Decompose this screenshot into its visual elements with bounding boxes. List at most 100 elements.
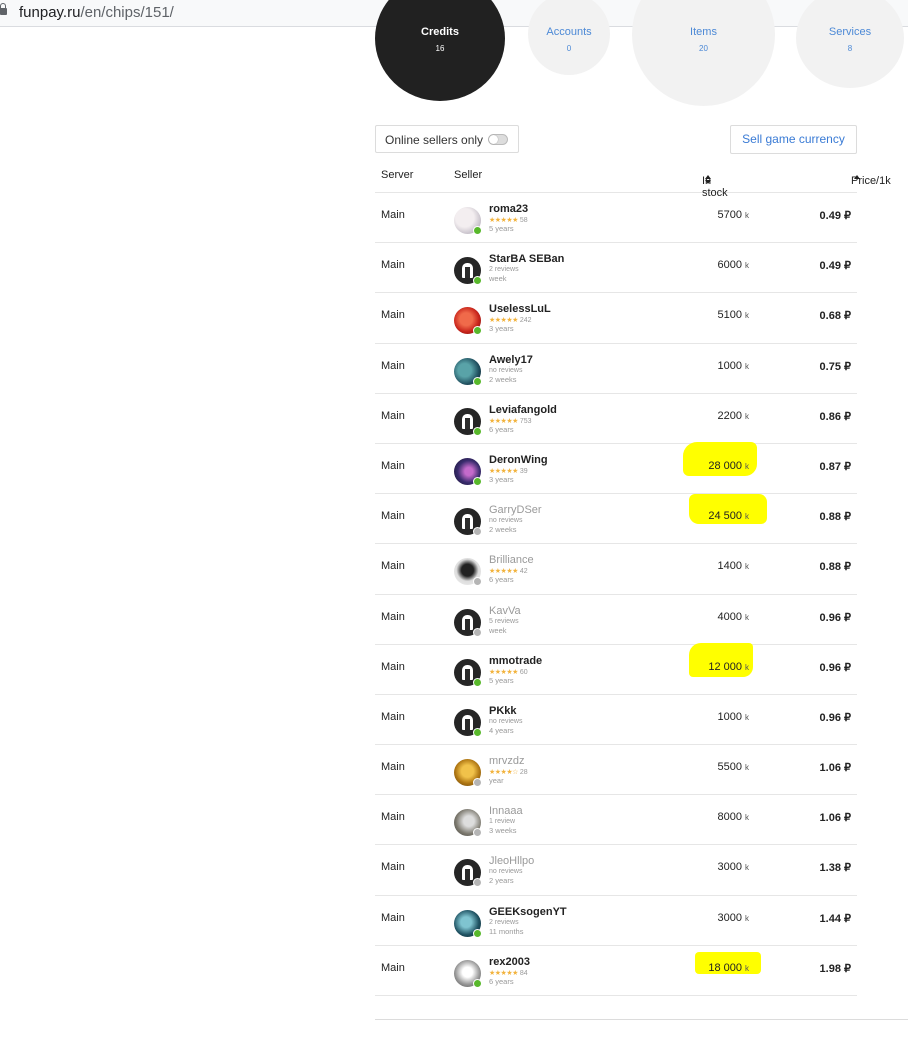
seller-name[interactable]: StarBA SEBan (489, 253, 564, 265)
offer-row[interactable]: Main Leviafangold ★★★★★ 753 6 years 2200… (375, 394, 857, 444)
seller-avatar[interactable] (454, 407, 482, 436)
server-cell: Main (381, 309, 405, 322)
server-cell: Main (381, 660, 405, 673)
offer-row[interactable]: Main UselessLuL ★★★★★ 242 3 years 5100 k … (375, 293, 857, 344)
stock-cell: 6000 k (717, 259, 749, 272)
seller-avatar[interactable] (454, 307, 482, 336)
category-title: Services (828, 26, 872, 38)
seller-name[interactable]: PKkk (489, 705, 517, 717)
seller-age: week (489, 625, 507, 635)
seller-rating: ★★★★★ 60 (489, 668, 528, 676)
seller-name[interactable]: mmotrade (489, 655, 542, 667)
offer-row[interactable]: Main Awely17 no reviews 2 weeks 1000 k 0.… (375, 344, 857, 394)
seller-avatar[interactable] (454, 959, 482, 988)
seller-age: 2 weeks (489, 525, 517, 535)
price-cell: 1.06 ₽ (819, 812, 851, 825)
server-cell: Main (381, 610, 405, 623)
category-credits[interactable]: Credits 16 (375, 0, 505, 101)
seller-name[interactable]: rex2003 (489, 956, 530, 968)
seller-rating: no reviews (489, 718, 522, 725)
seller-rating: ★★★★★ 58 (489, 216, 528, 224)
offer-row[interactable]: Main Brilliance ★★★★★ 42 6 years 1400 k 0… (375, 544, 857, 595)
seller-avatar[interactable] (454, 558, 482, 587)
seller-age: 2 years (489, 876, 514, 886)
offer-row[interactable]: Main KavVa 5 reviews week 4000 k 0.96 ₽ (375, 595, 857, 645)
offer-row[interactable]: Main PKkk no reviews 4 years 1000 k 0.96 … (375, 695, 857, 746)
offline-status-icon (473, 577, 482, 587)
star-rating-icon: ★★★★☆ (489, 769, 518, 777)
online-sellers-filter[interactable]: Online sellers only (375, 125, 519, 153)
category-count: 16 (435, 44, 445, 53)
lock-icon[interactable] (0, 3, 7, 17)
seller-avatar[interactable] (454, 658, 482, 687)
seller-avatar[interactable] (454, 809, 482, 838)
category-services[interactable]: Services 8 (796, 0, 904, 88)
offer-row[interactable]: Main StarBA SEBan 2 reviews week 6000 k 0… (375, 243, 857, 294)
seller-name[interactable]: UselessLuL (489, 303, 551, 315)
server-cell: Main (381, 510, 405, 523)
seller-name[interactable]: DeronWing (489, 454, 548, 466)
seller-name[interactable]: GEEKsogenYT (489, 906, 567, 918)
seller-rating: 2 reviews (489, 919, 519, 926)
seller-name[interactable]: roma23 (489, 203, 528, 215)
seller-rating: 1 review (489, 818, 515, 825)
seller-rating: ★★★★★ 753 (489, 417, 532, 425)
seller-name[interactable]: Innaaa (489, 805, 523, 817)
offer-row[interactable]: Main JleoHllpo no reviews 2 years 3000 k … (375, 845, 857, 896)
seller-avatar[interactable] (454, 759, 482, 788)
online-status-icon (473, 276, 482, 286)
category-items[interactable]: Items 20 (632, 0, 775, 106)
seller-avatar[interactable] (454, 508, 482, 537)
seller-avatar[interactable] (454, 608, 482, 637)
server-cell: Main (381, 560, 405, 573)
price-cell: 0.96 ₽ (819, 661, 851, 674)
seller-name[interactable]: Leviafangold (489, 404, 557, 416)
offer-row[interactable]: Main mmotrade ★★★★★ 60 5 years 12 000 k 0… (375, 642, 857, 695)
seller-avatar[interactable] (454, 207, 482, 235)
seller-avatar[interactable] (454, 909, 482, 938)
seller-name[interactable]: Brilliance (489, 554, 534, 566)
offline-status-icon (473, 627, 482, 637)
seller-avatar[interactable] (454, 357, 482, 386)
category-accounts[interactable]: Accounts 0 (528, 0, 610, 75)
seller-avatar[interactable] (454, 257, 482, 286)
stock-cell: 2200 k (717, 409, 749, 422)
online-sellers-toggle[interactable] (488, 134, 508, 145)
category-count: 8 (847, 44, 853, 53)
online-status-icon (473, 376, 482, 386)
category-title: Items (690, 26, 717, 38)
seller-name[interactable]: Awely17 (489, 354, 533, 366)
toggle-knob (489, 135, 498, 144)
price-cell: 1.98 ₽ (819, 962, 851, 975)
seller-avatar[interactable] (454, 859, 482, 888)
price-cell: 1.44 ₽ (819, 912, 851, 925)
url-text[interactable]: funpay.ru/en/chips/151/ (19, 4, 174, 21)
review-count: 42 (519, 568, 528, 576)
online-status-icon (473, 677, 482, 687)
online-status-icon (473, 226, 482, 235)
seller-age: 11 months (489, 926, 524, 936)
category-title: Accounts (546, 26, 592, 38)
seller-name[interactable]: KavVa (489, 605, 521, 617)
offer-row[interactable]: Main GarryDSer no reviews 2 weeks 24 500… (375, 494, 857, 545)
review-count: 84 (519, 969, 528, 977)
seller-name[interactable]: JleoHllpo (489, 855, 534, 867)
seller-rating: ★★★★★ 84 (489, 969, 528, 977)
offer-row[interactable]: Main Innaaa 1 review 3 weeks 8000 k 1.06 … (375, 795, 857, 846)
offer-row[interactable]: Main roma23 ★★★★★ 58 5 years 5700 k 0.49 … (375, 193, 857, 244)
seller-age: 6 years (489, 976, 514, 986)
stock-cell: 4000 k (717, 610, 749, 623)
offer-row[interactable]: Main DeronWing ★★★★★ 39 3 years 28 000 k … (375, 441, 857, 495)
server-cell: Main (381, 861, 405, 874)
seller-avatar[interactable] (454, 457, 482, 486)
offer-row[interactable]: Main GEEKsogenYT 2 reviews 11 months 300… (375, 896, 857, 946)
review-count: 39 (519, 467, 528, 475)
review-count: 2 reviews (489, 918, 519, 926)
sell-game-currency-button[interactable]: Sell game currency (730, 125, 857, 154)
offer-row[interactable]: Main mrvzdz ★★★★☆ 28 year 5500 k 1.06 ₽ (375, 745, 857, 796)
seller-name[interactable]: mrvzdz (489, 755, 524, 767)
seller-name[interactable]: GarryDSer (489, 504, 542, 516)
seller-avatar[interactable] (454, 708, 482, 737)
review-count: 753 (519, 417, 532, 425)
offer-row[interactable]: Main rex2003 ★★★★★ 84 6 years 18 000 k 1.… (375, 946, 857, 996)
